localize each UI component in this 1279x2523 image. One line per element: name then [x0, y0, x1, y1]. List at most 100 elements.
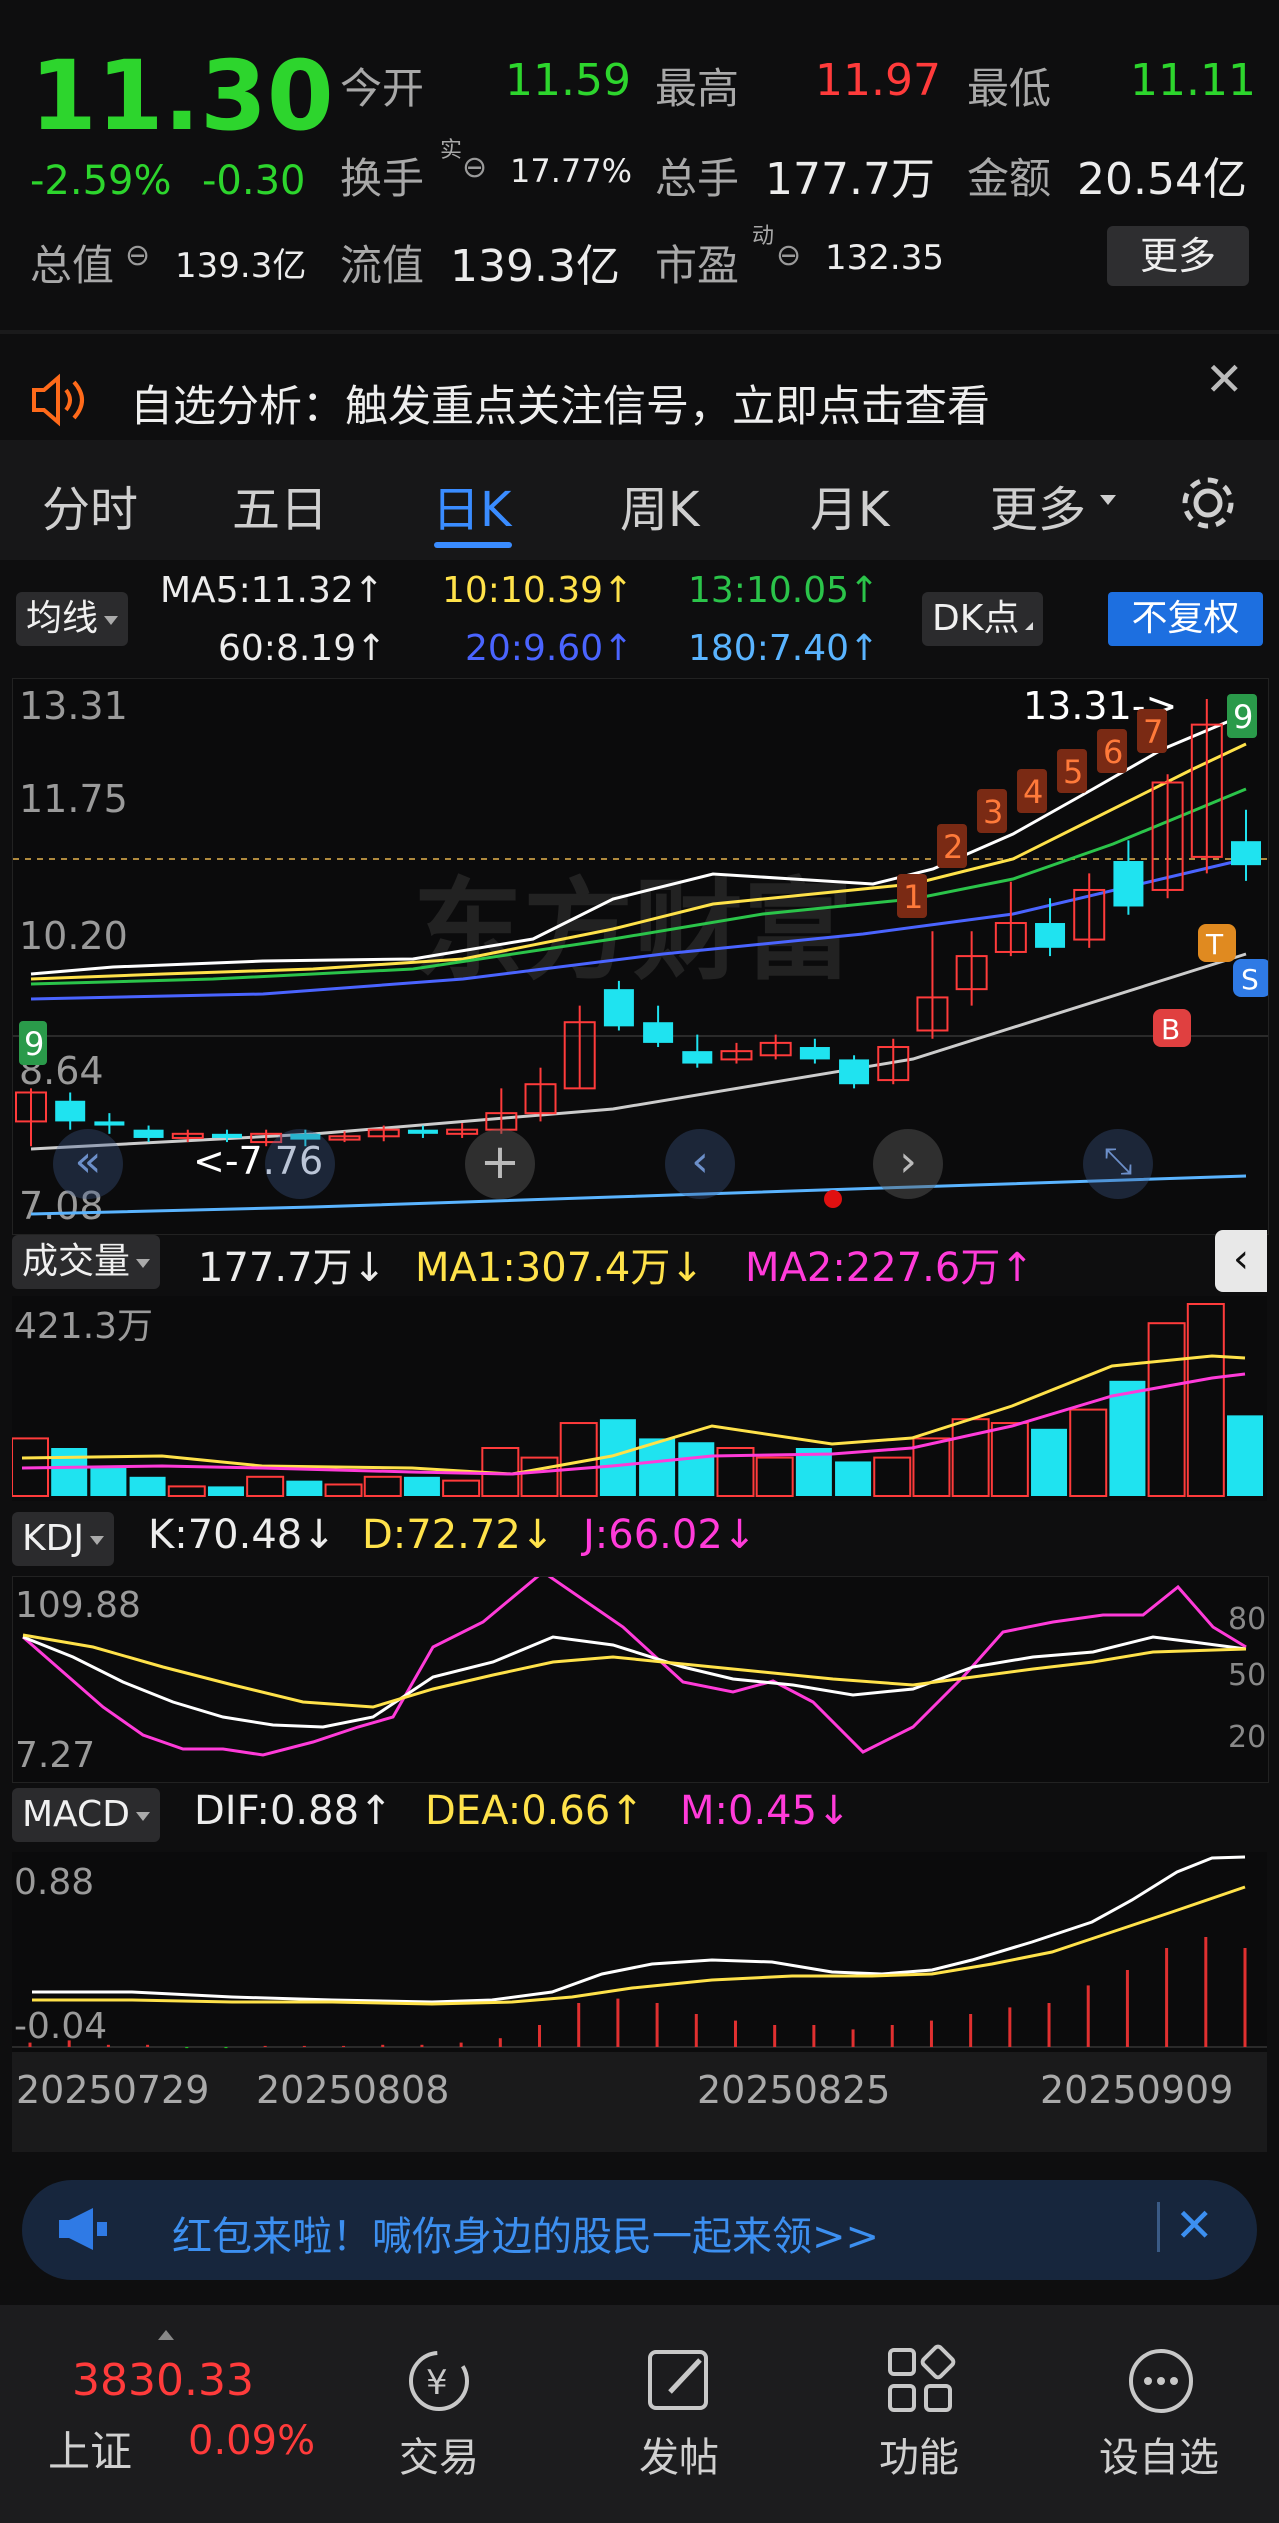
collapse-panel-icon[interactable]: ‹: [1215, 1230, 1267, 1292]
kdj-level-20: 20: [1228, 1720, 1266, 1755]
nav-add-watchlist[interactable]: 设自选: [1059, 2425, 1259, 2483]
sequence-number: 4: [1023, 773, 1043, 811]
speaker-icon: [30, 372, 92, 432]
no-adjust-button[interactable]: 不复权: [1108, 592, 1263, 646]
change-percent: -2.59%: [30, 158, 172, 204]
tab-minute[interactable]: 分时: [42, 470, 138, 540]
zoom-out-icon[interactable]: [265, 1129, 335, 1199]
trade-icon[interactable]: ¥: [398, 2340, 480, 2426]
sequence-number: 9: [24, 1025, 44, 1063]
nav-post[interactable]: 发帖: [579, 2425, 779, 2483]
volume-bar: [129, 1476, 166, 1496]
kdj-chart[interactable]: 109.88 7.27 80 50 20: [12, 1570, 1269, 1783]
banner-close-icon[interactable]: ✕: [1175, 2198, 1214, 2252]
float-label: 流值: [340, 241, 425, 290]
candle-body: [603, 989, 634, 1027]
float-value: 139.3亿: [450, 241, 620, 292]
amount-label: 金额: [967, 154, 1052, 203]
price-chart[interactable]: 东方财富 13.31 11.75 10.20 8.64 7.08 13.31->…: [12, 678, 1271, 1235]
signal-letter: T: [1205, 928, 1224, 961]
kdj-selector[interactable]: KDJ: [12, 1512, 114, 1566]
ma-selector[interactable]: 均线: [16, 592, 129, 646]
date-label: 20250825: [697, 2068, 891, 2112]
active-tab-indicator: [434, 542, 512, 548]
macd-dif-line: [32, 1855, 1246, 2004]
volume-bar: [951, 1418, 990, 1497]
pe-sup: 动: [752, 224, 775, 249]
post-icon[interactable]: [640, 2340, 722, 2426]
svg-text:¥: ¥: [426, 2363, 448, 2403]
date-label: 20250909: [1040, 2068, 1234, 2112]
scroll-right-icon[interactable]: ›: [873, 1129, 943, 1199]
fullscreen-icon[interactable]: ⤡: [1083, 1129, 1153, 1199]
tab-five-day[interactable]: 五日: [232, 470, 328, 540]
chevron-up-icon[interactable]: [158, 2330, 174, 2340]
nav-trade[interactable]: 交易: [339, 2425, 539, 2483]
volume-max-label: 421.3万: [14, 1306, 153, 1347]
mktcap-label: 总值: [30, 241, 115, 290]
volume-bar: [520, 1456, 559, 1498]
volume-bar: [246, 1475, 285, 1498]
volume-bar: [1031, 1428, 1068, 1496]
kdj-level-80: 80: [1228, 1602, 1266, 1637]
volume-bar: [1109, 1380, 1146, 1496]
macd-dif: DIF:0.88↑: [194, 1788, 393, 1834]
more-button[interactable]: 更多: [1107, 226, 1249, 286]
more-dots-icon[interactable]: [1120, 2340, 1202, 2426]
info-dots-icon[interactable]: ⊖: [462, 150, 487, 185]
sequence-number: 5: [1063, 753, 1083, 791]
volume-bar: [363, 1475, 402, 1498]
index-change[interactable]: 0.09%: [188, 2418, 315, 2464]
date-label: 20250729: [16, 2068, 210, 2112]
macd-selector[interactable]: MACD: [12, 1788, 160, 1842]
macd-dea-line: [32, 1885, 1246, 2006]
info-dots-icon[interactable]: ⊖: [776, 238, 801, 273]
signal-dot: [824, 1190, 842, 1208]
volume-bar: [167, 1485, 206, 1497]
close-icon[interactable]: ✕: [1205, 352, 1244, 406]
ma60-value: 60:8.19↑: [218, 628, 387, 669]
high-value: 11.97: [815, 55, 941, 106]
volume-selector[interactable]: 成交量: [12, 1235, 161, 1289]
volume-chart[interactable]: 421.3万: [11, 1296, 1267, 1501]
sequence-number: 9: [1233, 698, 1253, 736]
macd-chart[interactable]: 0.88 -0.04: [12, 1852, 1267, 2052]
scroll-left-fast-icon[interactable]: «: [53, 1129, 123, 1199]
open-label: 今开: [340, 64, 425, 113]
notice-text[interactable]: 自选分析：触发重点关注信号，立即点击查看: [130, 372, 990, 434]
tab-week-k[interactable]: 周K: [620, 470, 699, 540]
index-value[interactable]: 3830.33: [72, 2355, 254, 2406]
index-name[interactable]: 上证: [48, 2418, 132, 2479]
functions-icon[interactable]: [880, 2340, 962, 2426]
kdj-d-line: [22, 1633, 1247, 1709]
gear-icon[interactable]: [1175, 470, 1241, 540]
pe-value: 132.35: [825, 238, 944, 278]
volume-bar: [51, 1448, 88, 1496]
kdj-d: D:72.72↓: [362, 1512, 555, 1558]
tab-month-k[interactable]: 月K: [810, 470, 889, 540]
volume-bar: [755, 1456, 794, 1498]
candle-body: [133, 1129, 164, 1138]
change-amount: -0.30: [202, 158, 306, 204]
volume-current: 177.7万↓: [198, 1245, 387, 1291]
banner-text[interactable]: 红包来啦！喊你身边的股民一起来领>>: [172, 2204, 879, 2262]
volume-bar: [873, 1456, 912, 1498]
candle-body: [211, 1133, 242, 1138]
volume-bar: [1186, 1303, 1225, 1497]
dk-point-button[interactable]: DK点: [922, 592, 1044, 646]
kdj-j: J:66.02↓: [583, 1512, 757, 1558]
zoom-in-icon[interactable]: +: [465, 1129, 535, 1199]
macd-dea: DEA:0.66↑: [425, 1788, 644, 1834]
candle-body: [1231, 841, 1261, 866]
tab-more[interactable]: 更多: [990, 470, 1086, 540]
volume-ma1: MA1:307.4万↓: [415, 1245, 704, 1291]
scroll-left-icon[interactable]: ‹: [665, 1129, 735, 1199]
candlestick-chart[interactable]: 东方财富 13.31 11.75 10.20 8.64 7.08 13.31->…: [13, 679, 1271, 1234]
nav-functions[interactable]: 功能: [819, 2425, 1019, 2483]
candle-body: [682, 1051, 713, 1064]
kdj-k: K:70.48↓: [148, 1512, 336, 1558]
info-dots-icon[interactable]: ⊖: [125, 238, 150, 273]
tab-day-k[interactable]: 日K: [432, 470, 511, 540]
date-label: 20250808: [256, 2068, 450, 2112]
macd-y-bottom: -0.04: [14, 2006, 107, 2047]
